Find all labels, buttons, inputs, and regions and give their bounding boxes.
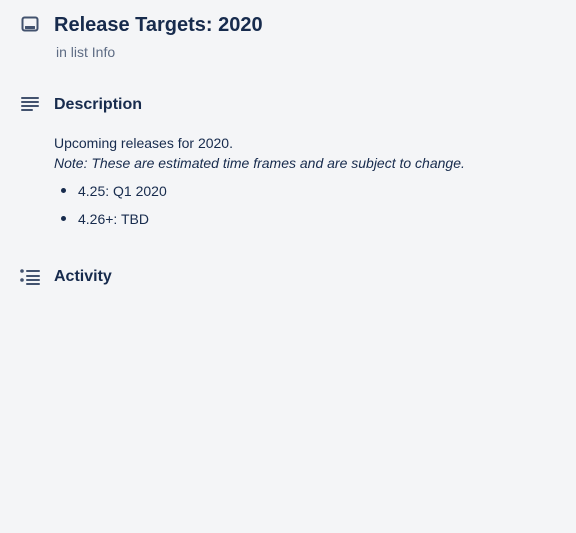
description-intro: Upcoming releases for 2020.: [54, 135, 233, 151]
bullet-icon: [61, 188, 66, 193]
list-prefix: in list: [56, 44, 88, 60]
release-item: 4.26+: TBD: [54, 209, 167, 237]
list-location: in list Info: [56, 43, 115, 61]
card-title[interactable]: Release Targets: 2020: [54, 13, 263, 37]
description-icon: [21, 97, 39, 111]
release-list: 4.25: Q1 2020 4.26+: TBD: [54, 181, 167, 237]
release-item-text: 4.26+: TBD: [78, 211, 149, 227]
bullet-icon: [61, 216, 66, 221]
card-icon: [21, 16, 39, 32]
activity-heading: Activity: [54, 268, 112, 285]
list-link[interactable]: Info: [92, 44, 115, 60]
release-item-text: 4.25: Q1 2020: [78, 183, 167, 199]
card-detail-window: Release Targets: 2020 in list Info Descr…: [0, 0, 576, 533]
description-content[interactable]: Upcoming releases for 2020. Note: These …: [54, 133, 554, 227]
description-note: Note: These are estimated time frames an…: [54, 155, 465, 171]
description-heading: Description: [54, 96, 143, 113]
release-item: 4.25: Q1 2020: [54, 181, 167, 209]
activity-icon: [20, 269, 40, 285]
